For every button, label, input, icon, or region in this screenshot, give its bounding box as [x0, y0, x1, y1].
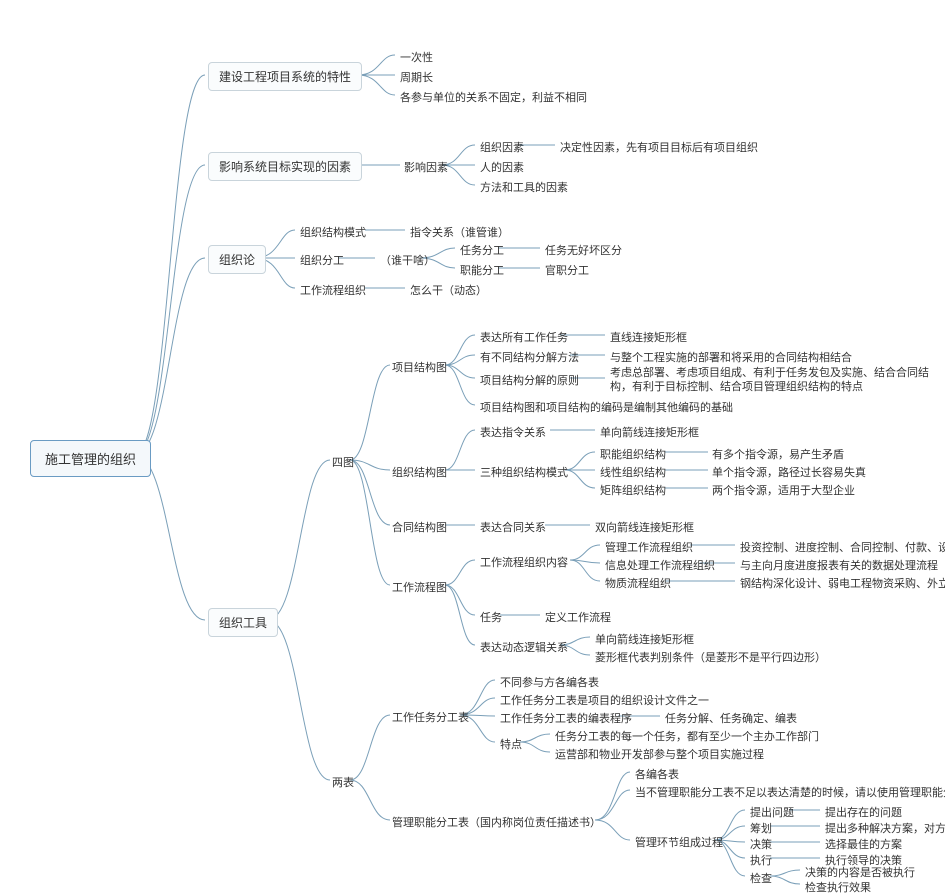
group-four-diagrams[interactable]: 四图	[330, 453, 356, 471]
leaf-note: 单向箭线连接矩形框	[598, 423, 701, 441]
leaf: 一次性	[398, 48, 435, 66]
leaf: 组织结构模式	[298, 223, 368, 241]
leaf-note: 官职分工	[543, 261, 591, 279]
leaf: 任务分工表的每一个任务，都有至少一个主办工作部门	[553, 727, 821, 745]
leaf: 信息处理工作流程组织	[603, 556, 717, 574]
leaf-note: 双向箭线连接矩形框	[593, 518, 696, 536]
leaf-note: （谁干啥）	[378, 251, 437, 269]
leaf: 人的因素	[478, 158, 526, 176]
leaf: 各编各表	[633, 765, 681, 783]
leaf: 三种组织结构模式	[478, 463, 570, 481]
leaf: 项目结构图和项目结构的编码是编制其他编码的基础	[478, 398, 735, 416]
leaf: 周期长	[398, 68, 435, 86]
leaf: 工作流程组织	[298, 281, 368, 299]
leaf: 物质流程组织	[603, 574, 673, 592]
leaf: 表达指令关系	[478, 423, 548, 441]
leaf-note: 直线连接矩形框	[608, 328, 689, 346]
leaf: 矩阵组织结构	[598, 481, 668, 499]
leaf: 线性组织结构	[598, 463, 668, 481]
leaf: 检查执行效果	[803, 878, 873, 896]
leaf: 工作任务分工表是项目的组织设计文件之一	[498, 691, 711, 709]
leaf: 项目结构分解的原则	[478, 371, 581, 389]
leaf: 当不管理职能分工表不足以表达清楚的时候，请以使用管理职能分工描述书	[633, 783, 945, 801]
leaf-note: 指令关系（谁管谁）	[408, 223, 511, 241]
branch-factors[interactable]: 影响系统目标实现的因素	[208, 152, 362, 181]
leaf: 组织因素	[478, 138, 526, 156]
leaf: 不同参与方各编各表	[498, 673, 601, 691]
leaf: 职能分工	[458, 261, 506, 279]
leaf: 运营部和物业开发部参与整个项目实施过程	[553, 745, 766, 763]
leaf: 方法和工具的因素	[478, 178, 570, 196]
leaf-note: 两个指令源，适用于大型企业	[710, 481, 857, 499]
leaf-note: 与主向月度进度报表有关的数据处理流程	[738, 556, 940, 574]
leaf: 管理环节组成过程	[633, 833, 725, 851]
leaf: 表达合同关系	[478, 518, 548, 536]
node-task-assignment[interactable]: 工作任务分工表	[390, 708, 471, 726]
leaf: 表达所有工作任务	[478, 328, 570, 346]
leaf: 菱形框代表判别条件（是菱形不是平行四边形）	[593, 648, 828, 666]
root-node[interactable]: 施工管理的组织	[30, 440, 151, 477]
leaf: 特点	[498, 735, 524, 753]
leaf-note: 决定性因素，先有项目目标后有项目组织	[558, 138, 760, 156]
branch-organization-theory[interactable]: 组织论	[208, 245, 266, 274]
leaf-note: 有多个指令源，易产生矛盾	[710, 445, 846, 463]
leaf: 任务分工	[458, 241, 506, 259]
node-project-structure[interactable]: 项目结构图	[390, 358, 449, 376]
leaf: 管理工作流程组织	[603, 538, 695, 556]
leaf-note: 投资控制、进度控制、合同控制、付款、设计变更、	[738, 538, 945, 556]
node-workflow[interactable]: 工作流程图	[390, 578, 449, 596]
leaf-note: 考虑总部署、考虑项目组成、有利于任务发包及实施、结合合同结构，有利于目标控制、结…	[608, 365, 938, 396]
leaf: 任务	[478, 608, 504, 626]
leaf: 执行	[748, 851, 774, 869]
leaf: 各参与单位的关系不固定，利益不相同	[398, 88, 589, 106]
group-two-tables[interactable]: 两表	[330, 773, 356, 791]
leaf-note: 钢结构深化设计、弱电工程物资采购、外立面施工	[738, 574, 945, 592]
leaf-note: 任务无好坏区分	[543, 241, 624, 259]
branch-characteristics[interactable]: 建设工程项目系统的特性	[208, 62, 362, 91]
leaf: 职能组织结构	[598, 445, 668, 463]
leaf: 检查	[748, 869, 774, 887]
node-org-structure[interactable]: 组织结构图	[390, 463, 449, 481]
branch-organization-tools[interactable]: 组织工具	[208, 608, 278, 637]
leaf: 工作任务分工表的编表程序	[498, 709, 634, 727]
node-mgmt-function[interactable]: 管理职能分工表（国内称岗位责任描述书）	[390, 813, 603, 831]
mid-factors: 影响因素	[402, 158, 450, 176]
leaf-note: 与整个工程实施的部署和将采用的合同结构相结合	[608, 348, 854, 366]
leaf-note: 定义工作流程	[543, 608, 613, 626]
leaf: 工作流程组织内容	[478, 553, 570, 571]
node-contract-structure[interactable]: 合同结构图	[390, 518, 449, 536]
leaf-note: 单个指令源，路径过长容易失真	[710, 463, 868, 481]
leaf: 有不同结构分解方法	[478, 348, 581, 366]
leaf-note: 怎么干（动态）	[408, 281, 489, 299]
leaf: 表达动态逻辑关系	[478, 638, 570, 656]
leaf-note: 任务分解、任务确定、编表	[663, 709, 799, 727]
leaf: 组织分工	[298, 251, 346, 269]
leaf: 单向箭线连接矩形框	[593, 630, 696, 648]
